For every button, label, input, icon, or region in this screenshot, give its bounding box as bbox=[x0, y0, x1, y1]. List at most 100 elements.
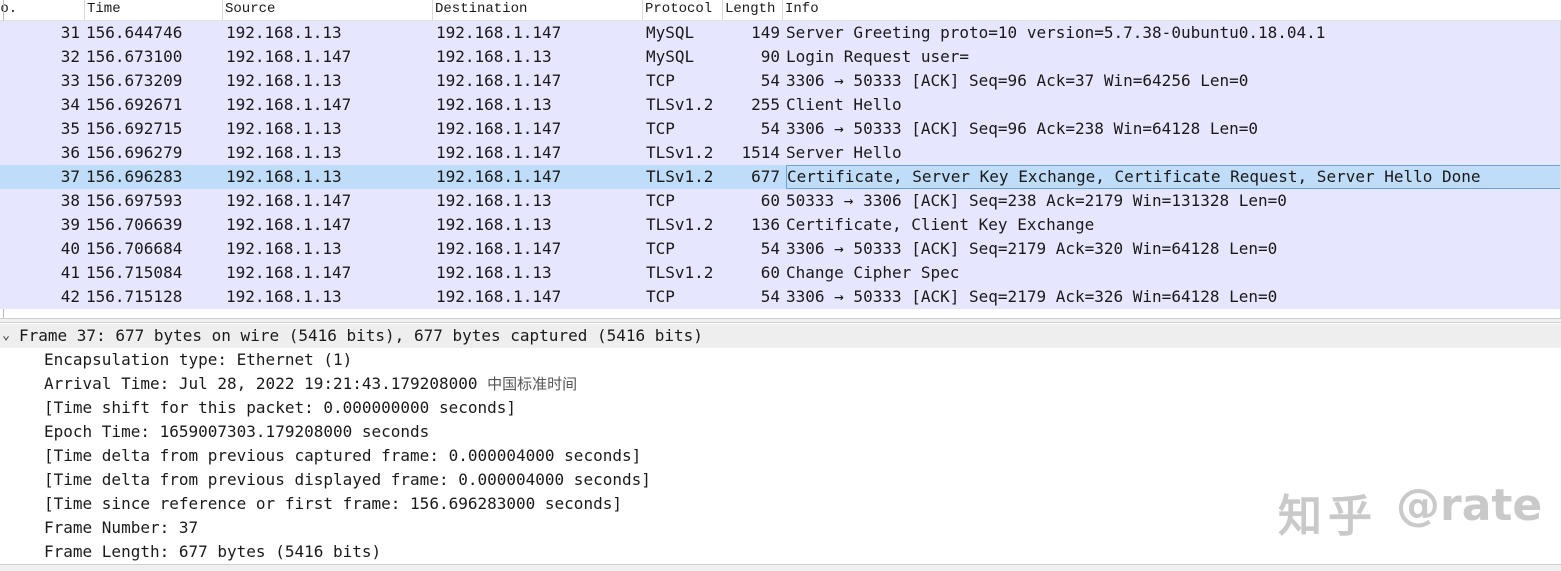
cell-time: 156.692671 bbox=[86, 95, 183, 114]
packet-row-selected[interactable]: 37 156.696283 192.168.1.13 192.168.1.147 TLS… bbox=[0, 165, 1561, 189]
pane-splitter[interactable] bbox=[0, 318, 1561, 323]
cell-info: Certificate, Server Key Exchange, Certif… bbox=[786, 165, 1561, 189]
cell-length: 136 bbox=[751, 215, 780, 234]
cell-length: 60 bbox=[760, 191, 780, 210]
detail-delta-displayed[interactable]: [Time delta from previous displayed fram… bbox=[44, 468, 651, 492]
column-header-info[interactable]: Info bbox=[782, 0, 1555, 20]
cell-destination: 192.168.1.13 bbox=[436, 191, 552, 210]
cell-length: 677 bbox=[751, 167, 780, 186]
cell-time: 156.697593 bbox=[86, 191, 183, 210]
cell-protocol: TLSv1.2 bbox=[646, 143, 714, 162]
cell-destination: 192.168.1.13 bbox=[436, 263, 552, 282]
cell-info: 3306 → 50333 [ACK] Seq=96 Ack=238 Win=64… bbox=[786, 119, 1259, 138]
cell-time: 156.696283 bbox=[86, 167, 183, 186]
cell-no: 41 bbox=[60, 263, 80, 282]
cell-no: 38 bbox=[60, 191, 80, 210]
packet-row[interactable]: 41 156.715084 192.168.1.147 192.168.1.13 TLS… bbox=[0, 261, 1561, 285]
cell-destination: 192.168.1.147 bbox=[436, 287, 562, 306]
cell-no: 37 bbox=[60, 167, 80, 186]
cell-info: Certificate, Client Key Exchange bbox=[786, 215, 1095, 234]
cell-no: 40 bbox=[60, 239, 80, 258]
cell-no: 39 bbox=[60, 215, 80, 234]
cell-protocol: MySQL bbox=[646, 23, 695, 42]
cell-source: 192.168.1.13 bbox=[226, 287, 342, 306]
chevron-down-icon[interactable]: ⌄ bbox=[0, 324, 12, 348]
packet-row[interactable]: 35 156.692715 192.168.1.13 192.168.1.147 TCP… bbox=[0, 117, 1561, 141]
cell-info: 3306 → 50333 [ACK] Seq=2179 Ack=326 Win=… bbox=[786, 287, 1278, 306]
packet-row[interactable]: 40 156.706684 192.168.1.13 192.168.1.147 TCP… bbox=[0, 237, 1561, 261]
cell-protocol: TCP bbox=[646, 191, 675, 210]
packet-row[interactable]: 32 156.673100 192.168.1.147 192.168.1.13 MyS… bbox=[0, 45, 1561, 69]
packet-row[interactable]: 39 156.706639 192.168.1.147 192.168.1.13 TLS… bbox=[0, 213, 1561, 237]
cell-no: 42 bbox=[60, 287, 80, 306]
cell-source: 192.168.1.13 bbox=[226, 23, 342, 42]
arrival-timezone: 中国标准时间 bbox=[487, 375, 578, 393]
cell-source: 192.168.1.13 bbox=[226, 143, 342, 162]
cell-no: 35 bbox=[60, 119, 80, 138]
cell-time: 156.715128 bbox=[86, 287, 183, 306]
cell-source: 192.168.1.147 bbox=[226, 263, 352, 282]
column-header-destination[interactable]: Destination bbox=[432, 0, 643, 20]
cell-destination: 192.168.1.13 bbox=[436, 47, 552, 66]
cell-source: 192.168.1.147 bbox=[226, 47, 352, 66]
cell-info: Change Cipher Spec bbox=[786, 263, 960, 282]
cell-no: 32 bbox=[60, 47, 80, 66]
watermark-logo: 知乎 bbox=[1278, 491, 1378, 542]
detail-delta-captured[interactable]: [Time delta from previous captured frame… bbox=[44, 444, 641, 468]
packet-row[interactable]: 34 156.692671 192.168.1.147 192.168.1.13 TLS… bbox=[0, 93, 1561, 117]
detail-epoch-time[interactable]: Epoch Time: 1659007303.179208000 seconds bbox=[44, 420, 429, 444]
cell-protocol: TLSv1.2 bbox=[646, 215, 714, 234]
cell-time: 156.696279 bbox=[86, 143, 183, 162]
cell-protocol: TCP bbox=[646, 287, 675, 306]
cell-destination: 192.168.1.147 bbox=[436, 71, 562, 90]
frame-summary-node[interactable]: ⌄ Frame 37: 677 bytes on wire (5416 bits… bbox=[0, 324, 1561, 348]
cell-protocol: MySQL bbox=[646, 47, 695, 66]
cell-no: 34 bbox=[60, 95, 80, 114]
cell-length: 54 bbox=[760, 71, 780, 90]
cell-length: 54 bbox=[760, 239, 780, 258]
packet-row[interactable]: 33 156.673209 192.168.1.13 192.168.1.147 TCP… bbox=[0, 69, 1561, 93]
cell-info: 3306 → 50333 [ACK] Seq=2179 Ack=320 Win=… bbox=[786, 239, 1278, 258]
cell-protocol: TLSv1.2 bbox=[646, 167, 714, 186]
cell-protocol: TLSv1.2 bbox=[646, 263, 714, 282]
zhihu-watermark: 知乎 @rate bbox=[1278, 478, 1542, 542]
cell-time: 156.692715 bbox=[86, 119, 183, 138]
column-header-length[interactable]: Length bbox=[722, 0, 785, 20]
cell-source: 192.168.1.13 bbox=[226, 119, 342, 138]
packet-row[interactable]: 38 156.697593 192.168.1.147 192.168.1.13 TCP… bbox=[0, 189, 1561, 213]
cell-protocol: TCP bbox=[646, 239, 675, 258]
cell-length: 54 bbox=[760, 119, 780, 138]
cell-time: 156.673209 bbox=[86, 71, 183, 90]
cell-length: 255 bbox=[751, 95, 780, 114]
cell-info: 3306 → 50333 [ACK] Seq=96 Ack=37 Win=642… bbox=[786, 71, 1249, 90]
cell-destination: 192.168.1.13 bbox=[436, 215, 552, 234]
cell-protocol: TCP bbox=[646, 119, 675, 138]
column-header-no[interactable]: No. bbox=[0, 0, 84, 20]
packet-row[interactable]: 42 156.715128 192.168.1.13 192.168.1.147 TCP… bbox=[0, 285, 1561, 309]
detail-encapsulation[interactable]: Encapsulation type: Ethernet (1) bbox=[44, 348, 352, 372]
cell-destination: 192.168.1.147 bbox=[436, 143, 562, 162]
packet-row[interactable]: 36 156.696279 192.168.1.13 192.168.1.147 TLS… bbox=[0, 141, 1561, 165]
detail-time-shift[interactable]: [Time shift for this packet: 0.000000000… bbox=[44, 396, 516, 420]
cell-time: 156.706639 bbox=[86, 215, 183, 234]
arrival-time-value: Arrival Time: Jul 28, 2022 19:21:43.1792… bbox=[44, 374, 478, 393]
cell-no: 33 bbox=[60, 71, 80, 90]
column-header-source[interactable]: Source bbox=[222, 0, 433, 20]
cell-source: 192.168.1.13 bbox=[226, 71, 342, 90]
column-header-time[interactable]: Time bbox=[84, 0, 223, 20]
detail-frame-length[interactable]: Frame Length: 677 bytes (5416 bits) bbox=[44, 540, 381, 564]
detail-frame-number[interactable]: Frame Number: 37 bbox=[44, 516, 198, 540]
column-header-protocol[interactable]: Protocol bbox=[642, 0, 723, 20]
detail-since-reference[interactable]: [Time since reference or first frame: 15… bbox=[44, 492, 622, 516]
detail-arrival-time[interactable]: Arrival Time: Jul 28, 2022 19:21:43.1792… bbox=[44, 372, 577, 396]
cell-no: 31 bbox=[60, 23, 80, 42]
cell-destination: 192.168.1.147 bbox=[436, 167, 562, 186]
cell-no: 36 bbox=[60, 143, 80, 162]
cell-source: 192.168.1.147 bbox=[226, 191, 352, 210]
cell-info: Server Hello bbox=[786, 143, 902, 162]
cell-info: Login Request user= bbox=[786, 47, 970, 66]
packet-row[interactable]: 31 156.644746 192.168.1.13 192.168.1.147 MyS… bbox=[0, 21, 1561, 45]
cell-time: 156.706684 bbox=[86, 239, 183, 258]
cell-source: 192.168.1.147 bbox=[226, 215, 352, 234]
cell-info: Client Hello bbox=[786, 95, 902, 114]
